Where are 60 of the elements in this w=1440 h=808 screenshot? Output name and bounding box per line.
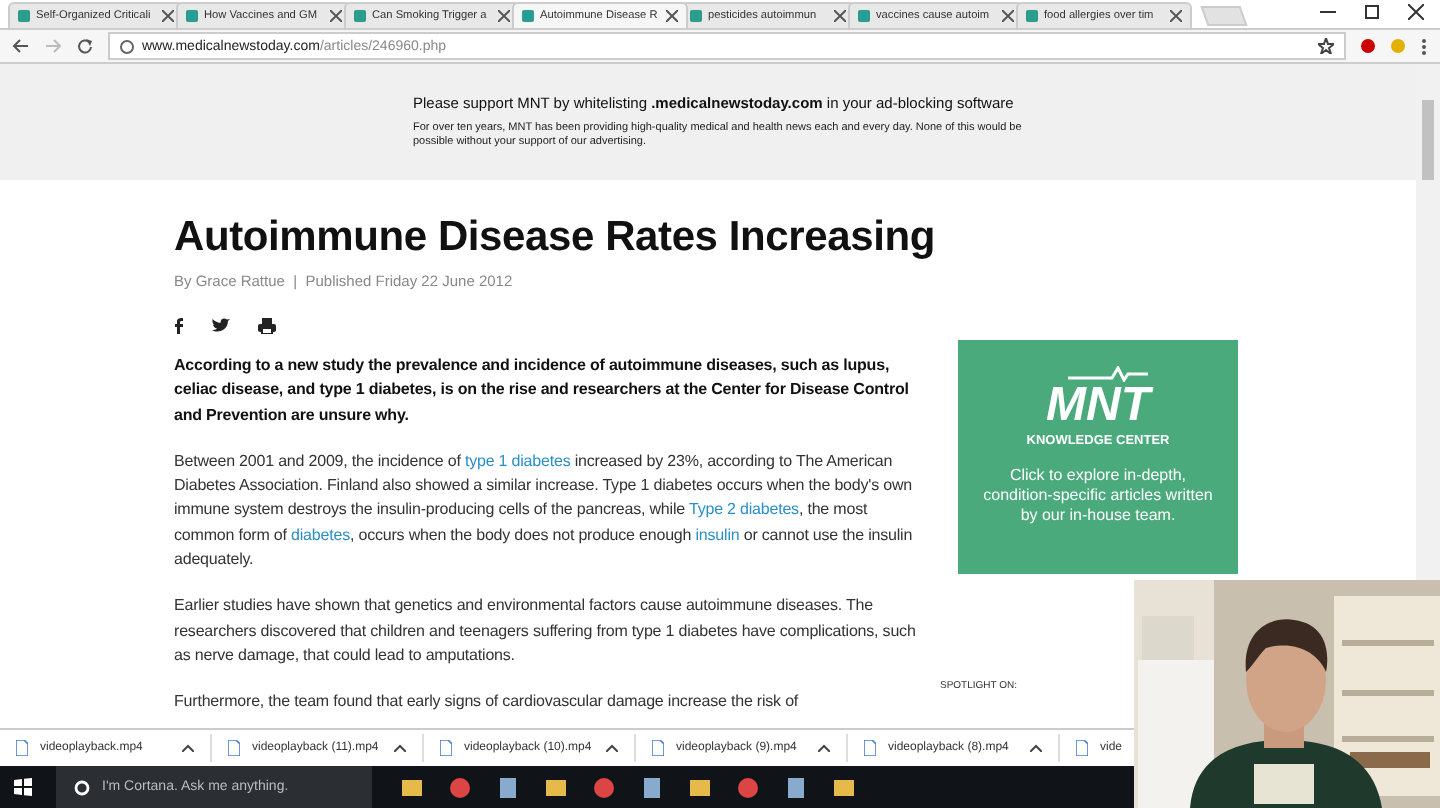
taskbar-app-icon[interactable] [784,775,808,799]
paragraph: Furthermore, the team found that early signs of cardiovascular damage increase the risk of [174,690,801,715]
taskbar-app-icon[interactable] [640,775,664,799]
taskbar-app-icon[interactable] [736,775,760,799]
taskbar-app-icon[interactable] [448,775,472,799]
scrollbar-thumb[interactable] [1422,100,1434,180]
file-icon [864,740,876,756]
file-icon [652,740,664,756]
close-icon[interactable] [834,10,846,22]
file-icon [440,740,452,756]
favicon-icon [18,10,30,22]
taskbar-app-icon[interactable] [688,775,712,799]
link[interactable]: type 1 diabetes [464,451,571,470]
menu-icon[interactable] [1420,37,1428,55]
taskbar-app-icon[interactable] [592,775,616,799]
close-icon[interactable] [1170,10,1182,22]
favicon-icon [522,10,534,22]
promo-text: Click to explore in-depth, condition-specific articles written by our in-house team. [981,466,1215,526]
favicon-icon [186,10,198,22]
caret-icon[interactable] [182,744,194,752]
article-title: Autoimmune Disease Rates Increasing [174,214,937,262]
paragraph: Between 2001 and 2009, the incidence of type 1 diabetes increased by 23%, according to The American Diabetes Association. Finland also showed a similar increase. Type 1 diabetes occurs when the body's own immune system destroys the insulin-producing cells of the pancreas, while Type 2 diabetes, the most common form of diabetes, occurs when the body does not produce enough insulin or cannot use the insulin adequately. [174,449,915,573]
favicon-icon [858,10,870,22]
taskbar-app-icon[interactable] [832,775,856,799]
favicon-icon [354,10,366,22]
taskbar-app-icon[interactable] [544,775,568,799]
favicon-icon [1026,10,1038,22]
maximize-icon[interactable] [1364,3,1380,19]
close-icon[interactable] [1002,10,1014,22]
cortana-icon [74,779,90,795]
close-icon[interactable] [162,10,174,22]
close-icon[interactable] [498,10,510,22]
close-icon[interactable] [1408,3,1424,19]
facebook-icon[interactable] [174,318,184,334]
caret-icon[interactable] [606,744,618,752]
caret-icon[interactable] [818,744,830,752]
link[interactable]: Type 2 diabetes [688,500,799,519]
heartbeat-icon [1068,366,1148,382]
logo: MNT [1046,382,1150,430]
link[interactable]: insulin [695,525,740,544]
lead-paragraph: According to a new study the prevalence and incidence of autoimmune diseases, such as lupus, celiac disease, and type 1 diabetes, is on the rise and researchers at the Center for Disease Control and Prevention are unsure why. [174,354,911,428]
back-icon[interactable] [12,38,30,54]
taskbar-app-icon[interactable] [400,775,424,799]
twitter-icon[interactable] [212,318,230,334]
windows-icon[interactable] [14,778,32,796]
file-icon [1076,740,1088,756]
file-icon [16,740,28,756]
star-icon[interactable] [1318,38,1334,54]
print-icon[interactable] [258,318,276,334]
file-icon [228,740,240,756]
link[interactable]: diabetes [291,525,350,544]
paragraph: Earlier studies have shown that genetics and environmental factors cause autoimmune diseases. The researchers discovered that children and teenagers suffering from type 1 diabetes have complications, such as nerve damage, that could lead to amputations. [174,594,918,668]
taskbar-app-icon[interactable] [496,775,520,799]
info-icon [120,39,134,53]
close-icon[interactable] [330,10,342,22]
favicon-icon [690,10,702,22]
caret-icon[interactable] [1030,744,1042,752]
caret-icon[interactable] [394,744,406,752]
reload-icon[interactable] [76,37,94,55]
close-icon[interactable] [666,10,678,22]
